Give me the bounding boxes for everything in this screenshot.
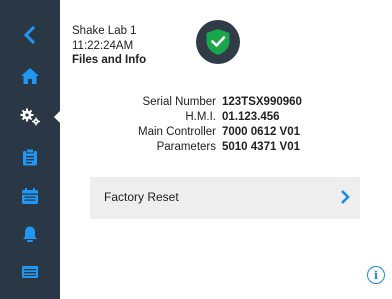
- back-button[interactable]: [0, 15, 60, 55]
- device-name: Shake Lab 1: [72, 25, 137, 37]
- monitor-icon: [22, 266, 38, 278]
- sidebar-nav: [0, 0, 61, 299]
- chevron-right-icon: [341, 190, 350, 204]
- info-label: Serial Number: [142, 96, 217, 108]
- factory-reset-label: Factory Reset: [104, 190, 179, 204]
- page-title: Files and Info: [72, 54, 147, 66]
- nav-calendar[interactable]: [0, 176, 60, 216]
- calendar-icon: [22, 188, 38, 204]
- info-row-serial: Serial Number 123TSX990960: [60, 95, 392, 110]
- info-value: 5010 4371 V01: [222, 141, 301, 153]
- nav-clipboard[interactable]: [0, 137, 60, 177]
- info-value: 01.123.456: [222, 111, 280, 123]
- bell-icon: [23, 226, 37, 242]
- info-row-main-controller: Main Controller 7000 0612 V01: [60, 125, 392, 140]
- nav-display[interactable]: [0, 252, 60, 292]
- nav-alerts[interactable]: [0, 214, 60, 254]
- info-value: 123TSX990960: [222, 96, 302, 108]
- info-icon[interactable]: i: [367, 266, 385, 284]
- check-shield-icon: [206, 29, 230, 55]
- nav-home[interactable]: [0, 56, 60, 96]
- info-row-parameters: Parameters 5010 4371 V01: [60, 140, 392, 155]
- info-label: H.M.I.: [185, 111, 216, 123]
- info-label: Parameters: [156, 141, 216, 153]
- info-value: 7000 0612 V01: [222, 126, 301, 138]
- factory-reset-button[interactable]: Factory Reset: [90, 177, 360, 219]
- info-label: Main Controller: [138, 126, 216, 138]
- back-chevron-icon: [23, 26, 36, 44]
- info-row-hmi: H.M.I. 01.123.456: [60, 110, 392, 125]
- clipboard-icon: [23, 148, 37, 166]
- clock-time: 11:22:24AM: [72, 40, 134, 52]
- main-panel: Shake Lab 1 11:22:24AM Files and Info Se…: [60, 0, 392, 299]
- settings-gears-icon: [20, 108, 40, 126]
- home-icon: [21, 68, 39, 84]
- status-badge: [196, 20, 240, 64]
- nav-settings[interactable]: [0, 97, 60, 137]
